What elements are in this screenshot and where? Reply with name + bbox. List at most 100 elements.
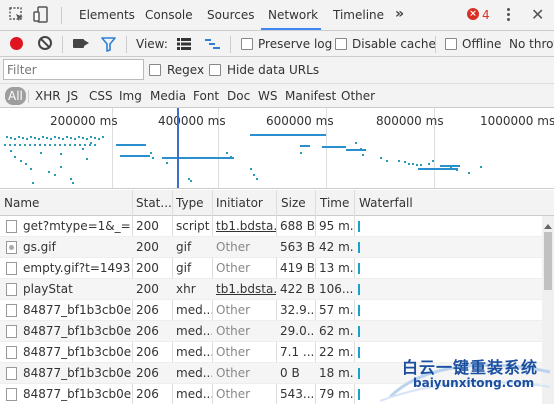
more-options-icon[interactable] — [507, 8, 511, 22]
device-mode-icon[interactable] — [33, 6, 51, 24]
large-rows-view-icon[interactable] — [177, 38, 191, 50]
overview-request-dot — [82, 148, 84, 150]
cell-name[interactable]: gs.gif — [19, 237, 131, 258]
offline-label[interactable]: Offline — [462, 31, 501, 57]
disable-cache-checkbox[interactable] — [335, 38, 347, 50]
column-status[interactable]: Stat... — [132, 190, 173, 216]
record-button[interactable] — [10, 37, 23, 50]
type-filter-media[interactable]: Media — [150, 87, 186, 105]
regex-checkbox[interactable] — [149, 64, 161, 76]
overview-request-dot — [69, 144, 71, 146]
clear-button[interactable] — [38, 36, 52, 50]
column-initiator[interactable]: Initiator — [212, 190, 276, 216]
network-overview[interactable]: 200000 ms 400000 ms 600000 ms 800000 ms 1000… — [0, 108, 554, 189]
inspect-element-icon[interactable] — [8, 6, 26, 24]
overview-request-dot — [42, 136, 44, 138]
type-filter-font[interactable]: Font — [193, 87, 219, 105]
request-row[interactable]: playStat 200 xhr tb1.bdsta... 422 B 106... — [0, 279, 554, 300]
filter-bar: Regex Hide data URLs — [0, 57, 554, 84]
cell-name[interactable]: 84877_bf1b3cb0e... — [19, 300, 131, 321]
error-icon[interactable]: × — [467, 8, 479, 20]
overview-request-dot — [14, 156, 16, 158]
cell-initiator[interactable]: tb1.bdsta... — [212, 279, 276, 300]
scrollbar-thumb[interactable] — [544, 232, 552, 290]
column-type[interactable]: Type — [172, 190, 213, 216]
request-row[interactable]: 84877_bf1b3cb0e... 206 med... Other 29.0... 6… — [0, 321, 554, 342]
column-time[interactable]: Time — [316, 190, 354, 216]
tab-sources[interactable]: Sources — [207, 0, 254, 31]
request-row[interactable]: 84877_bf1b3cb0e... 206 med... Other 32.9... 5… — [0, 300, 554, 321]
cell-status: 200 — [136, 261, 159, 275]
column-size[interactable]: Size — [277, 190, 315, 216]
throttling-select[interactable]: No thrott — [509, 31, 554, 57]
overview-request-dot — [34, 144, 36, 146]
column-name[interactable]: Name — [0, 190, 134, 216]
overview-time-label: 1000000 ms — [480, 114, 554, 128]
overview-view-icon[interactable] — [205, 38, 220, 50]
type-filter-ws[interactable]: WS — [258, 87, 277, 105]
cell-initiator: Other — [216, 345, 251, 359]
cell-status: 206 — [136, 303, 159, 317]
cell-name[interactable]: empty.gif?t=1493... — [19, 258, 131, 279]
overview-request-dot — [70, 178, 72, 180]
overview-cursor[interactable] — [177, 108, 179, 188]
type-filter-js[interactable]: JS — [67, 87, 78, 105]
type-filter-manifest[interactable]: Manifest — [285, 87, 336, 105]
cell-initiator[interactable]: tb1.bdsta... — [212, 216, 276, 237]
type-filter-xhr[interactable]: XHR — [35, 87, 61, 105]
request-row[interactable]: get?mtype=1&_=... 200 scripttb1.bdsta... 68… — [0, 216, 554, 237]
waterfall-bar — [358, 221, 360, 232]
overview-request-dot — [428, 163, 430, 165]
cell-status: 206 — [136, 324, 159, 338]
overview-request-dot — [54, 174, 56, 176]
filter-toggle-icon[interactable] — [101, 37, 116, 52]
more-tabs-button[interactable]: » — [395, 6, 404, 22]
overview-request-dot — [230, 156, 232, 158]
overview-request-dot — [79, 144, 81, 146]
file-icon — [6, 304, 17, 317]
overview-request-dot — [398, 160, 400, 162]
cell-name[interactable]: 84877_bf1b3cb0e... — [19, 342, 131, 363]
type-filter-divider — [28, 90, 29, 103]
type-filter-all[interactable]: All — [5, 87, 26, 105]
preserve-log-label[interactable]: Preserve log — [258, 31, 332, 57]
capture-screenshots-icon[interactable] — [73, 39, 89, 48]
offline-checkbox[interactable] — [445, 38, 457, 50]
cell-name[interactable]: 84877_bf1b3cb0e... — [19, 321, 131, 342]
cell-name[interactable]: 84877_bf1b3cb0e... — [19, 384, 131, 404]
tab-elements[interactable]: Elements — [79, 0, 135, 31]
type-filter-img[interactable]: Img — [119, 87, 142, 105]
tab-console[interactable]: Console — [145, 0, 193, 31]
overview-request-dot — [94, 137, 96, 139]
overview-request-dot — [84, 144, 86, 146]
hide-data-urls-label[interactable]: Hide data URLs — [227, 57, 319, 84]
scroll-up-arrow-icon[interactable] — [544, 224, 552, 229]
view-label: View: — [136, 37, 168, 51]
overview-request-dot — [86, 158, 88, 160]
cell-name[interactable]: 84877_bf1b3cb0e... — [19, 363, 131, 384]
disable-cache-label[interactable]: Disable cache — [352, 31, 436, 57]
error-count[interactable]: 4 — [482, 0, 490, 31]
tab-network[interactable]: Network — [268, 0, 318, 31]
overview-request-dot — [404, 161, 406, 163]
request-row[interactable]: empty.gif?t=1493... 200 gif Other 419 B 13 m.… — [0, 258, 554, 279]
type-filter-doc[interactable]: Doc — [227, 87, 250, 105]
regex-label[interactable]: Regex — [167, 57, 204, 84]
toolbar-divider — [435, 36, 436, 53]
overview-request-dot — [66, 136, 68, 138]
tab-timeline[interactable]: Timeline — [333, 0, 384, 31]
hide-data-urls-checkbox[interactable] — [209, 64, 221, 76]
type-filter-other[interactable]: Other — [341, 87, 375, 105]
filter-input[interactable] — [3, 59, 144, 80]
overview-request-dot — [26, 138, 28, 140]
request-row[interactable]: gs.gif 200 gif Other 563 B 42 m... — [0, 237, 554, 258]
type-filter-css[interactable]: CSS — [89, 87, 113, 105]
file-icon — [6, 325, 17, 338]
close-devtools-icon[interactable]: ✕ — [531, 5, 544, 24]
overview-request-dot — [46, 137, 48, 139]
preserve-log-checkbox[interactable] — [241, 38, 253, 50]
cell-name[interactable]: get?mtype=1&_=... — [19, 216, 131, 237]
toolbar-divider — [61, 7, 62, 24]
column-waterfall[interactable]: Waterfall — [355, 190, 541, 216]
cell-name[interactable]: playStat — [19, 279, 131, 300]
